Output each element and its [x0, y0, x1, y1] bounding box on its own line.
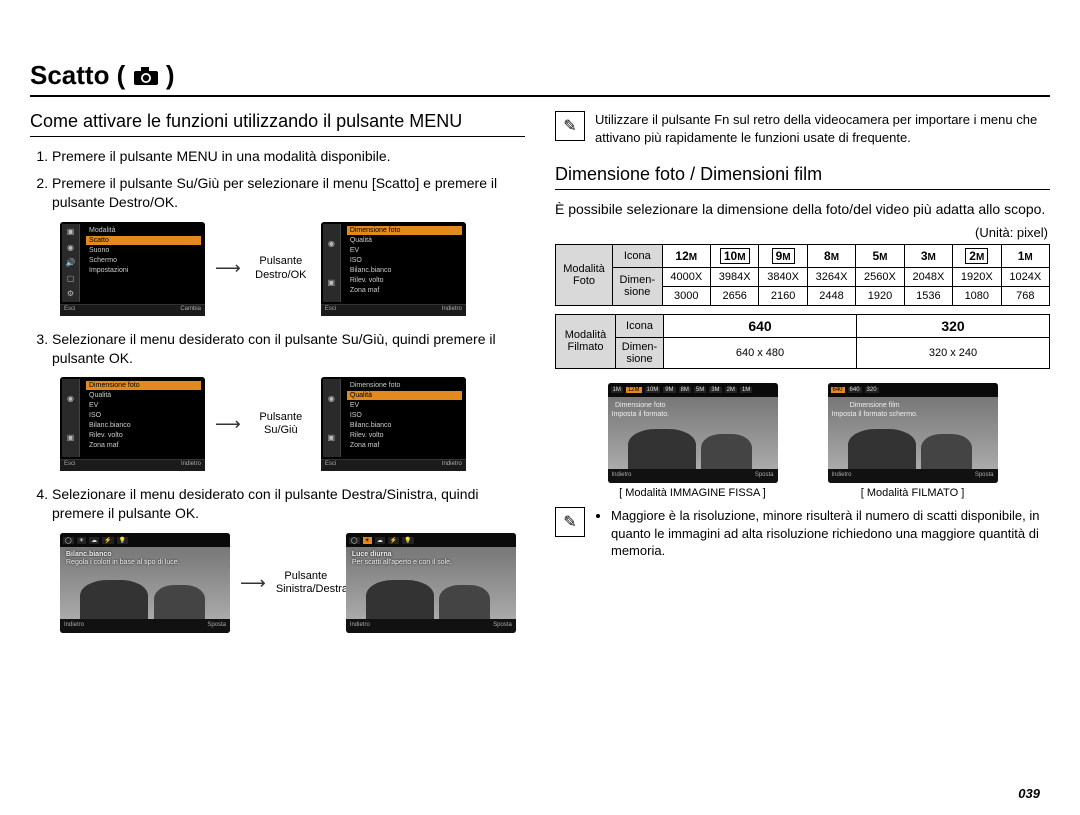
sample-screens-row: 1M 12M 10M 9M 8M 5M 3M 2M 1M Dimensione …: [555, 383, 1050, 499]
table-cell: 2448: [807, 286, 855, 305]
screenshot-row-3: ◯☀☁⚡💡 Bilanc.bianco Regola i colori in b…: [60, 533, 525, 633]
film-rowhead: Modalità Filmato: [556, 314, 616, 368]
sample-caption-photo: [ Modalità IMMAGINE FISSA ]: [608, 487, 778, 499]
table-cell: 4000X: [662, 267, 710, 286]
menu-a-list: Modalità Scatto Suono Schermo Impostazio…: [86, 226, 201, 275]
film-icon-320: 320: [857, 314, 1050, 337]
table-cell: 1024X: [1001, 267, 1049, 286]
table-cell: 3984X: [710, 267, 758, 286]
table-cell: 3000: [662, 286, 710, 305]
section-heading-menu: Come attivare le funzioni utilizzando il…: [30, 111, 525, 137]
photo-rowhead: Modalità Foto: [556, 244, 613, 305]
camera-preview-a: ◯☀☁⚡💡 Bilanc.bianco Regola i colori in b…: [60, 533, 230, 633]
arrow-right-icon: ⟶: [240, 573, 266, 594]
photo-icon-cell: 9M: [759, 244, 807, 267]
film-dim-label: Dimen-sione: [616, 337, 664, 368]
arrow-right-icon: ⟶: [215, 258, 241, 279]
photo-icon-cell: 3M: [904, 244, 952, 267]
note-icon: ✎: [555, 111, 585, 141]
film-icon-640: 640: [664, 314, 857, 337]
caption-right-ok: Pulsante Destro/OK: [251, 255, 311, 281]
table-cell: 2560X: [856, 267, 904, 286]
table-cell: 2656: [710, 286, 758, 305]
table-cell: 3840X: [759, 267, 807, 286]
table-cell: 2160: [759, 286, 807, 305]
fn-note-text: Utilizzare il pulsante Fn sul retro dell…: [595, 111, 1050, 146]
steps-list: Premere il pulsante MENU in una modalità…: [30, 147, 525, 212]
left-column: Come attivare le funzioni utilizzando il…: [30, 111, 525, 647]
resolution-note: ✎ Maggiore è la risoluzione, minore risu…: [555, 507, 1050, 560]
photo-size-table: Modalità Foto Icona 12M 10M 9M 8M 5M 3M …: [555, 244, 1050, 306]
step-4: Selezionare il menu desiderato con il pu…: [52, 485, 525, 523]
title-suffix: ): [166, 60, 175, 90]
fn-note: ✎ Utilizzare il pulsante Fn sul retro de…: [555, 111, 1050, 146]
screenshot-row-1: ▣◉🔊▢⚙ Modalità Scatto Suono Schermo Impo…: [60, 222, 525, 316]
steps-list-3: Selezionare il menu desiderato con il pu…: [30, 330, 525, 368]
arrow-right-icon: ⟶: [215, 414, 241, 435]
film-dim-320: 320 x 240: [857, 337, 1050, 368]
page-title: Scatto ( ): [30, 60, 1050, 97]
table-cell: 3264X: [807, 267, 855, 286]
sample-screen-photo: 1M 12M 10M 9M 8M 5M 3M 2M 1M Dimensione …: [608, 383, 778, 483]
caption-left-right: Pulsante Sinistra/Destra: [276, 570, 336, 596]
note-icon: ✎: [555, 507, 585, 537]
camera-menu-b2: ◉▣ Dimensione foto Qualità EV ISO Bilanc…: [60, 377, 205, 471]
step-3: Selezionare il menu desiderato con il pu…: [52, 330, 525, 368]
camera-menu-b: ◉▣ Dimensione foto Qualità EV ISO Bilanc…: [321, 222, 466, 316]
table-cell: 1080: [953, 286, 1001, 305]
unit-label: (Unità: pixel): [555, 225, 1048, 240]
photo-icon-cell: 5M: [856, 244, 904, 267]
steps-list-4: Selezionare il menu desiderato con il pu…: [30, 485, 525, 523]
sample-screen-film: 640 640 320 Dimensione film Imposta il f…: [828, 383, 998, 483]
title-prefix: Scatto (: [30, 60, 125, 90]
camera-preview-b: ◯☀☁⚡💡 Luce diurna Per scatti all'aperto …: [346, 533, 516, 633]
film-dim-640: 640 x 480: [664, 337, 857, 368]
step-2: Premere il pulsante Su/Giù per seleziona…: [52, 174, 525, 212]
photo-icon-cell: 10M: [710, 244, 758, 267]
table-cell: 768: [1001, 286, 1049, 305]
photo-dim-label: Dimen-sione: [612, 267, 662, 305]
photo-icon-label: Icona: [612, 244, 662, 267]
sample-caption-film: [ Modalità FILMATO ]: [828, 487, 998, 499]
photo-icon-cell: 1M: [1001, 244, 1049, 267]
right-column: ✎ Utilizzare il pulsante Fn sul retro de…: [555, 111, 1050, 647]
camera-menu-c: ◉▣ Dimensione foto Qualità EV ISO Bilanc…: [321, 377, 466, 471]
camera-menu-a: ▣◉🔊▢⚙ Modalità Scatto Suono Schermo Impo…: [60, 222, 205, 316]
camera-icon: [133, 66, 159, 86]
film-icon-label: Icona: [616, 314, 664, 337]
photo-icon-cell: 8M: [807, 244, 855, 267]
step-1: Premere il pulsante MENU in una modalità…: [52, 147, 525, 166]
table-cell: 1920: [856, 286, 904, 305]
photo-icon-cell: 12M: [662, 244, 710, 267]
screenshot-row-2: ◉▣ Dimensione foto Qualità EV ISO Bilanc…: [60, 377, 525, 471]
resolution-note-text: Maggiore è la risoluzione, minore risult…: [611, 507, 1050, 560]
caption-up-down: Pulsante Su/Giù: [251, 411, 311, 437]
table-cell: 1536: [904, 286, 952, 305]
size-intro: È possibile selezionare la dimensione de…: [555, 200, 1050, 219]
table-cell: 2048X: [904, 267, 952, 286]
photo-icon-cell: 2M: [953, 244, 1001, 267]
table-cell: 1920X: [953, 267, 1001, 286]
page-number: 039: [1018, 786, 1040, 801]
film-size-table: Modalità Filmato Icona 640 320 Dimen-sio…: [555, 314, 1050, 369]
section-heading-size: Dimensione foto / Dimensioni film: [555, 164, 1050, 190]
